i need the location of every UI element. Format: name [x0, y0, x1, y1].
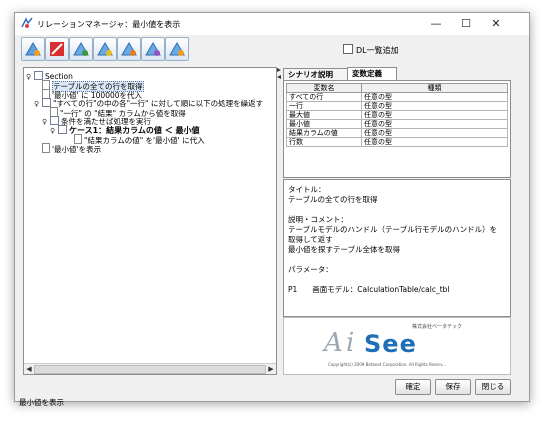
save-button[interactable]: 保存 [435, 379, 471, 395]
table-cell[interactable]: 一行 [286, 101, 362, 111]
company-name: 株式会社ベータテック [412, 324, 463, 330]
table-cell[interactable]: 最小値 [286, 119, 362, 129]
app-logo-icon [21, 17, 33, 28]
scenario-tree[interactable]: ♀ Section テーブルの全ての行を取得 '最小値' に 100000を代入 … [23, 67, 277, 375]
description-line: P1 画面モデル：CalculationTable/calc_tbl [288, 285, 450, 294]
brand-logo-see: See [364, 330, 417, 358]
expand-icon[interactable]: ♀ [50, 127, 58, 136]
expand-icon[interactable]: ♀ [26, 73, 34, 82]
tree-item-label: "結果カラムの値" を'最小値' に代入 [84, 136, 205, 145]
column-header[interactable]: 種類 [361, 83, 508, 93]
tree-item-label: '最小値'を表示 [52, 145, 102, 154]
dl-list-checkbox[interactable]: DL一覧追加 [343, 44, 399, 56]
table-cell[interactable]: 任意の型 [361, 128, 508, 138]
brand-logo-i: i [346, 328, 355, 358]
table-row[interactable]: 行数 任意の型 [286, 137, 508, 147]
app-window: リレーションマネージャ：最小値を表示 — ☐ ✕ DL一覧追加 ♀ Sectio… [14, 12, 530, 407]
confirm-button[interactable]: 確定 [395, 379, 431, 395]
description-line: 最小値を探すテーブル全体を取得 [288, 245, 401, 254]
stop-button[interactable] [45, 37, 69, 61]
wand-icon [169, 42, 185, 56]
tree-item[interactable]: テーブルの全ての行を取得 [42, 80, 144, 92]
title-bar: リレーションマネージャ：最小値を表示 — ☐ ✕ [15, 13, 529, 35]
window-title: リレーションマネージャ：最小値を表示 [37, 20, 181, 29]
tree-item[interactable]: ♀ ケース1：結果カラムの値 ＜ 最小値 [50, 125, 200, 136]
tree-item[interactable]: ♀ 条件を満たせば処理を実行 [42, 116, 151, 127]
minimize-button[interactable]: — [423, 15, 449, 33]
copyright-text: Copyright(c) 2009 Betanet Corporation. A… [328, 362, 447, 367]
column-header[interactable]: 変数名 [286, 83, 362, 93]
table-cell[interactable]: 行数 [286, 137, 362, 147]
checkbox-box[interactable] [343, 44, 353, 54]
expand-icon[interactable]: ♀ [42, 118, 50, 127]
wand-icon [145, 42, 161, 56]
status-text: 最小値を表示 [19, 398, 64, 407]
tree-item[interactable]: "一行" の "結果" カラムから値を取得 [50, 107, 186, 118]
stop-icon [50, 42, 64, 56]
table-cell[interactable]: 任意の型 [361, 110, 508, 120]
table-cell[interactable]: 任意の型 [361, 137, 508, 147]
description-panel[interactable]: タイトル： テーブルの全ての行を取得 説明・コメント： テーブルモデルのハンドル… [283, 179, 511, 317]
brand-logo-panel: 株式会社ベータテック A i See Copyright(c) 2009 Bet… [283, 317, 511, 375]
maximize-button[interactable]: ☐ [453, 15, 479, 33]
tool-button-4[interactable] [141, 37, 165, 61]
wand-icon [121, 42, 137, 56]
description-line: テーブルの全ての行を取得 [288, 195, 378, 204]
splitter-arrows-icon [277, 68, 281, 79]
tab-scenario-description[interactable]: シナリオ説明 [283, 68, 349, 80]
folder-icon [34, 71, 43, 80]
table-cell[interactable]: 任意の型 [361, 101, 508, 111]
variable-table: 変数名 種類 すべての行 任意の型 一行 任意の型 最大値 任意の型 最小値 任… [286, 83, 508, 147]
tab-variable-definition[interactable]: 変数定義 [347, 67, 397, 80]
folder-icon [50, 116, 59, 125]
close-window-button[interactable]: ✕ [483, 15, 509, 33]
table-cell[interactable]: 任意の型 [361, 92, 508, 102]
horizontal-scrollbar[interactable]: ◀ ▶ [24, 363, 276, 374]
document-icon [42, 143, 50, 153]
table-cell[interactable]: 任意の型 [361, 119, 508, 129]
tree-item[interactable]: '最小値' に 100000を代入 [42, 89, 142, 100]
table-row[interactable]: 最大値 任意の型 [286, 110, 508, 120]
tree-item[interactable]: "結果カラムの値" を'最小値' に代入 [74, 134, 205, 145]
scrollbar-thumb[interactable] [34, 365, 266, 374]
run-button[interactable] [21, 37, 45, 61]
table-row[interactable]: 一行 任意の型 [286, 101, 508, 111]
tree-item[interactable]: ♀ "すべての行"の中の各"一行" に対して順に以下の処理を繰返す [34, 98, 263, 109]
tool-button-1[interactable] [69, 37, 93, 61]
wand-icon [97, 42, 113, 56]
scroll-left-icon[interactable]: ◀ [24, 364, 34, 374]
tree-item-section[interactable]: ♀ Section [26, 71, 73, 82]
dl-list-label: DL一覧追加 [356, 46, 399, 55]
table-cell[interactable]: すべての行 [286, 92, 362, 102]
description-line: パラメータ： [288, 265, 333, 274]
wand-icon [73, 42, 89, 56]
table-row[interactable]: すべての行 任意の型 [286, 92, 508, 102]
table-row[interactable]: 結果カラムの値 任意の型 [286, 128, 508, 138]
tool-button-2[interactable] [93, 37, 117, 61]
tool-button-5[interactable] [165, 37, 189, 61]
table-cell[interactable]: 結果カラムの値 [286, 128, 362, 138]
play-icon [25, 42, 41, 56]
folder-icon [58, 125, 67, 134]
variable-table-panel: 変数名 種類 すべての行 任意の型 一行 任意の型 最大値 任意の型 最小値 任… [283, 80, 511, 178]
table-row[interactable]: 最小値 任意の型 [286, 119, 508, 129]
expand-icon[interactable]: ♀ [34, 100, 42, 109]
folder-icon [42, 98, 51, 107]
toolbar [15, 35, 529, 65]
brand-logo-a: A [324, 328, 343, 358]
tree-item[interactable]: '最小値'を表示 [42, 143, 102, 154]
panel-splitter[interactable] [277, 67, 281, 373]
table-cell[interactable]: 最大値 [286, 110, 362, 120]
table-header-row: 変数名 種類 [286, 83, 508, 93]
scroll-right-icon[interactable]: ▶ [266, 364, 276, 374]
close-button[interactable]: 閉じる [475, 379, 511, 395]
tool-button-3[interactable] [117, 37, 141, 61]
status-bar: 最小値を表示 [15, 395, 529, 407]
